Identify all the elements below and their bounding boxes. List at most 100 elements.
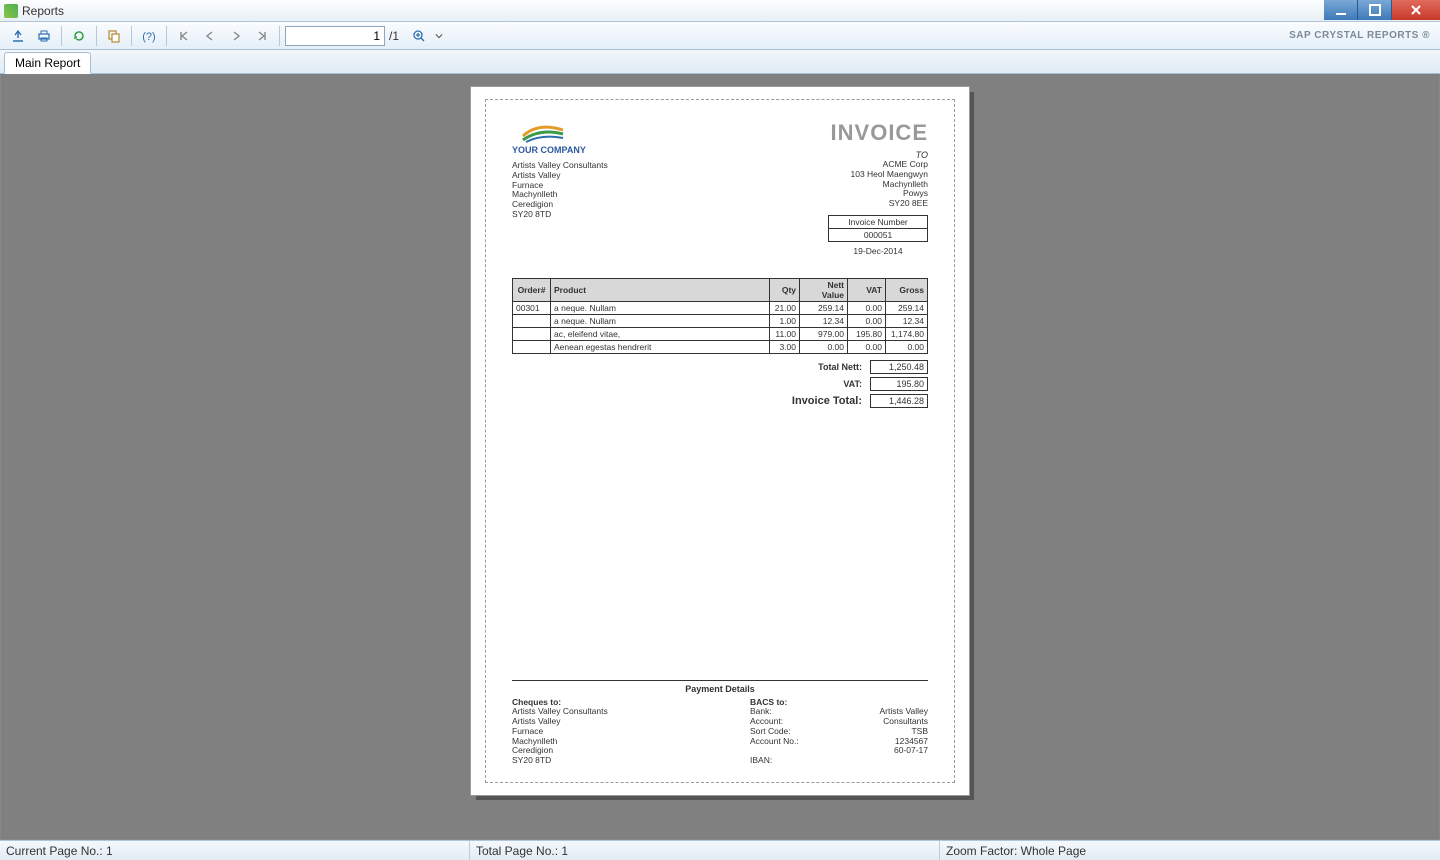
total-vat-label: VAT: — [843, 379, 862, 389]
total-grand-value: 1,446.28 — [870, 394, 928, 408]
toolbar-separator — [61, 26, 62, 46]
payment-divider — [512, 680, 928, 681]
company-address: Artists Valley Consultants Artists Valle… — [512, 161, 608, 220]
print-button[interactable] — [32, 25, 56, 47]
total-nett-label: Total Nett: — [818, 362, 862, 372]
invoice-date: 19-Dec-2014 — [828, 246, 928, 256]
total-nett-row: Total Nett: 1,250.48 — [728, 360, 928, 374]
addr-line: SY20 8EE — [828, 199, 928, 209]
minimize-button[interactable] — [1324, 0, 1358, 20]
line-items-table: Order# Product Qty Nett Value VAT Gross … — [512, 278, 928, 354]
cell-product: a neque. Nullam — [551, 314, 770, 327]
tab-main-report[interactable]: Main Report — [4, 52, 91, 74]
table-row: ac, eleifend vitae,11.00979.00195.801,17… — [513, 327, 928, 340]
accountno-label: Account No.: — [750, 737, 799, 747]
page-shadow: YOUR COMPANY Artists Valley Consultants … — [470, 86, 970, 796]
cell-vat: 0.00 — [848, 340, 886, 353]
company-logo-text: YOUR COMPANY — [512, 145, 608, 155]
cell-gross: 1,174.80 — [886, 327, 928, 340]
page-total-label: /1 — [389, 29, 399, 43]
bacs-labels: BACS to: Bank: Account: Sort Code: Accou… — [750, 698, 799, 766]
company-logo-icon — [518, 120, 568, 144]
cell-order: 00301 — [513, 301, 551, 314]
invoice-number-value: 000051 — [829, 229, 927, 241]
status-zoom: Zoom Factor: Whole Page — [940, 841, 1440, 860]
status-bar: Current Page No.: 1 Total Page No.: 1 Zo… — [0, 840, 1440, 860]
report-viewer: YOUR COMPANY Artists Valley Consultants … — [0, 74, 1440, 840]
payment-section: Payment Details Cheques to: Artists Vall… — [512, 680, 928, 766]
cell-product: ac, eleifend vitae, — [551, 327, 770, 340]
first-page-button[interactable] — [172, 25, 196, 47]
zoom-button[interactable] — [407, 25, 431, 47]
client-address: ACME Corp 103 Heol Maengwyn Machynlleth … — [828, 160, 928, 209]
cell-gross: 0.00 — [886, 340, 928, 353]
addr-line: SY20 8TD — [512, 756, 690, 766]
toggle-parameters-button[interactable]: (?) — [137, 25, 161, 47]
status-current-page: Current Page No.: 1 — [0, 841, 470, 860]
company-block: YOUR COMPANY Artists Valley Consultants … — [512, 120, 608, 256]
iban-label: IBAN: — [750, 756, 799, 766]
window-controls — [1324, 0, 1440, 20]
cell-order — [513, 314, 551, 327]
bacs-values: Artists Valley Consultants TSB 1234567 6… — [880, 698, 929, 766]
cell-nett: 12.34 — [800, 314, 848, 327]
cell-nett: 259.14 — [800, 301, 848, 314]
prev-page-button[interactable] — [198, 25, 222, 47]
table-row: a neque. Nullam1.0012.340.0012.34 — [513, 314, 928, 327]
addr-line: SY20 8TD — [512, 210, 608, 220]
cell-gross: 12.34 — [886, 314, 928, 327]
app-icon — [4, 4, 18, 18]
cell-qty: 3.00 — [770, 340, 800, 353]
invoice-number-label: Invoice Number — [829, 216, 927, 229]
extra-code-value: 60-07-17 — [880, 746, 929, 756]
page-content: YOUR COMPANY Artists Valley Consultants … — [485, 99, 955, 783]
last-page-button[interactable] — [250, 25, 274, 47]
col-order: Order# — [513, 278, 551, 301]
cell-vat: 195.80 — [848, 327, 886, 340]
zoom-dropdown-button[interactable] — [433, 25, 445, 47]
cell-order — [513, 327, 551, 340]
cell-vat: 0.00 — [848, 314, 886, 327]
copy-button[interactable] — [102, 25, 126, 47]
table-row: 00301a neque. Nullam21.00259.140.00259.1… — [513, 301, 928, 314]
cell-order — [513, 340, 551, 353]
refresh-button[interactable] — [67, 25, 91, 47]
cell-nett: 0.00 — [800, 340, 848, 353]
col-qty: Qty — [770, 278, 800, 301]
invoice-title: INVOICE — [828, 120, 928, 146]
table-header-row: Order# Product Qty Nett Value VAT Gross — [513, 278, 928, 301]
payment-heading: Payment Details — [512, 684, 928, 694]
window-title: Reports — [22, 4, 64, 18]
col-vat: VAT — [848, 278, 886, 301]
cell-product: a neque. Nullam — [551, 301, 770, 314]
page-number-input[interactable] — [285, 26, 385, 46]
export-button[interactable] — [6, 25, 30, 47]
total-vat-row: VAT: 195.80 — [728, 377, 928, 391]
toolbar-separator — [279, 26, 280, 46]
cell-vat: 0.00 — [848, 301, 886, 314]
brand-label: SAP CRYSTAL REPORTS ® — [1289, 30, 1430, 41]
tab-strip: Main Report — [0, 50, 1440, 74]
status-total-page: Total Page No.: 1 — [470, 841, 940, 860]
svg-text:(?): (?) — [142, 31, 155, 43]
next-page-button[interactable] — [224, 25, 248, 47]
cell-qty: 11.00 — [770, 327, 800, 340]
cell-nett: 979.00 — [800, 327, 848, 340]
toolbar-separator — [166, 26, 167, 46]
invoice-right-block: INVOICE TO ACME Corp 103 Heol Maengwyn M… — [828, 120, 928, 256]
col-gross: Gross — [886, 278, 928, 301]
cell-product: Aenean egestas hendrerit — [551, 340, 770, 353]
close-button[interactable] — [1392, 0, 1440, 20]
title-bar: Reports — [0, 0, 1440, 22]
toolbar-separator — [131, 26, 132, 46]
cheques-column: Cheques to: Artists Valley Consultants A… — [512, 698, 690, 766]
total-grand-row: Invoice Total: 1,446.28 — [728, 394, 928, 408]
col-product: Product — [551, 278, 770, 301]
total-nett-value: 1,250.48 — [870, 360, 928, 374]
total-grand-label: Invoice Total: — [792, 395, 862, 407]
table-row: Aenean egestas hendrerit3.000.000.000.00 — [513, 340, 928, 353]
toolbar: (?) /1 SAP CRYSTAL REPORTS ® — [0, 22, 1440, 50]
invoice-header: YOUR COMPANY Artists Valley Consultants … — [512, 120, 928, 256]
cell-gross: 259.14 — [886, 301, 928, 314]
maximize-button[interactable] — [1358, 0, 1392, 20]
